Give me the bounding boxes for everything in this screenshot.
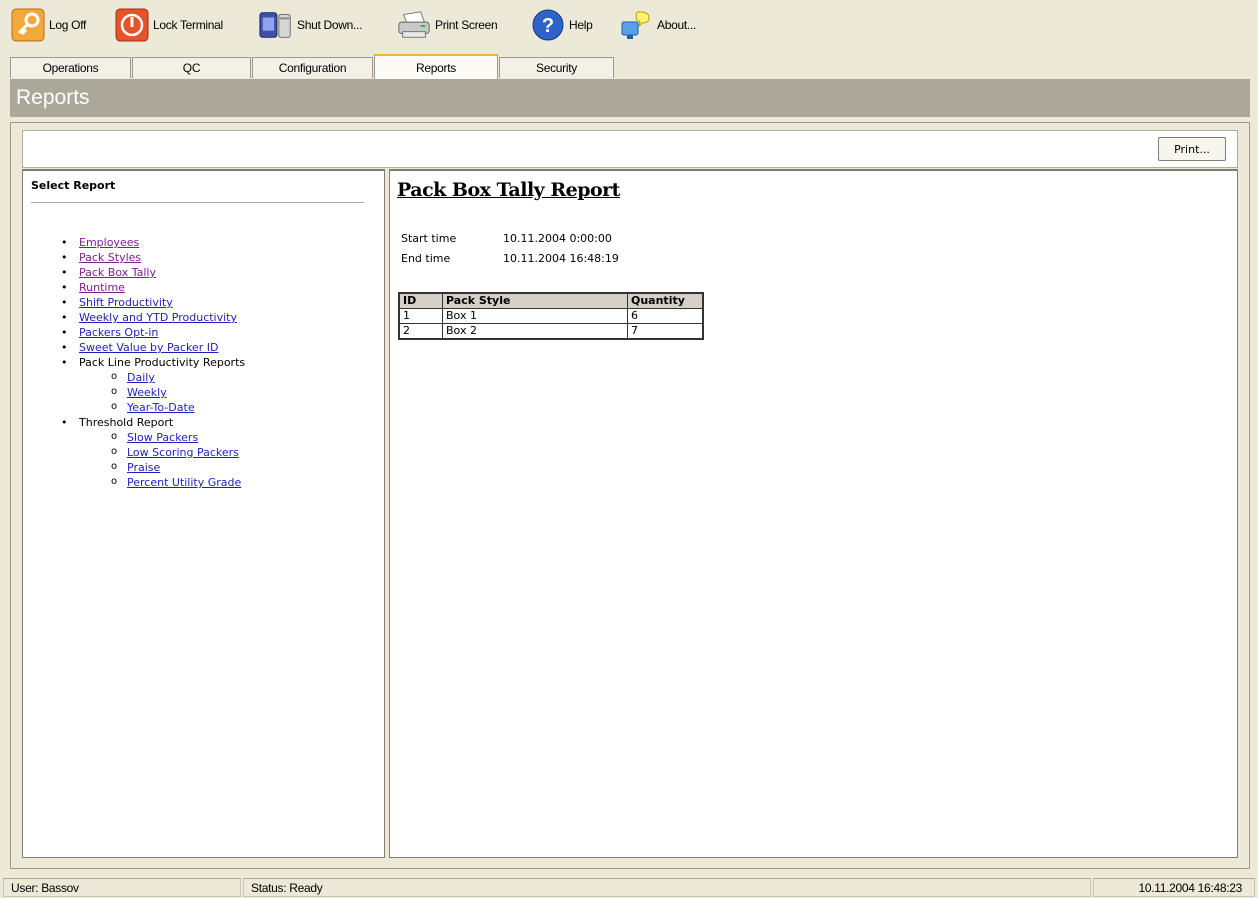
group-label-threshold-report: Threshold Report [79,416,174,429]
print-screen-label: Print Screen [435,18,498,32]
report-link-shift-productivity[interactable]: Shift Productivity [79,296,173,309]
report-link-year-to-date[interactable]: Year-To-Date [127,401,195,414]
end-time-label: End time [401,252,451,265]
tab-configuration[interactable]: Configuration [252,57,373,78]
list-item: Shift Productivity [61,295,245,310]
toolbar: Log Off Lock Terminal Shut Down... Print… [0,0,1258,52]
table-header-row: ID Pack Style Quantity [398,292,704,309]
report-selector-pane[interactable]: Select Report Employees Pack Styles Pack… [22,169,385,858]
report-link-daily[interactable]: Daily [127,371,155,384]
divider [31,202,364,203]
report-link-sweet-value[interactable]: Sweet Value by Packer ID [79,341,218,354]
cell-id: 1 [398,308,443,324]
group-label-pack-line-productivity: Pack Line Productivity Reports [79,356,246,369]
status-user: User: Bassov [3,878,241,897]
column-header-id: ID [398,292,443,309]
shut-down-button[interactable]: Shut Down... [258,6,362,44]
page-title: Reports [10,79,1250,117]
list-item: Slow Packers [61,429,245,445]
end-time-value: 10.11.2004 16:48:19 [503,252,619,265]
list-item: Praise [61,459,245,475]
select-report-heading: Select Report [31,179,116,192]
report-link-weekly-ytd-productivity[interactable]: Weekly and YTD Productivity [79,311,237,324]
log-off-label: Log Off [49,18,87,32]
report-table: ID Pack Style Quantity 1 Box 1 6 2 Box 2… [398,292,704,340]
report-link-runtime[interactable]: Runtime [79,281,125,294]
tab-qc[interactable]: QC [132,57,251,78]
tab-strip: Operations QC Configuration Reports Secu… [10,54,1250,79]
cell-pack-style: Box 2 [442,323,628,340]
start-time-value: 10.11.2004 0:00:00 [503,232,612,245]
list-item: Pack Styles [61,250,245,265]
cell-quantity: 7 [627,323,704,340]
list-item: Percent Utility Grade [61,474,245,490]
tab-reports[interactable]: Reports [374,54,498,79]
table-row: 2 Box 2 7 [398,323,704,340]
log-off-button[interactable]: Log Off [10,6,86,44]
list-item: Runtime [61,280,245,295]
power-icon [114,7,150,43]
list-item: Sweet Value by Packer ID [61,340,245,355]
printer-icon [396,7,432,43]
report-link-pack-box-tally[interactable]: Pack Box Tally [79,266,156,279]
column-header-pack-style: Pack Style [442,292,628,309]
column-header-quantity: Quantity [627,292,704,309]
report-view-pane[interactable]: Pack Box Tally Report Start time 10.11.2… [389,169,1238,858]
print-screen-button[interactable]: Print Screen [396,6,498,44]
svg-text:?: ? [542,15,554,37]
key-icon [10,7,46,43]
list-item: Weekly [61,384,245,400]
shut-down-label: Shut Down... [297,18,363,32]
status-bar: User: Bassov Status: Ready 10.11.2004 16… [0,876,1258,898]
help-button[interactable]: ? Help [530,6,593,44]
status-datetime: 10.11.2004 16:48:23 [1093,878,1255,897]
report-title: Pack Box Tally Report [397,179,620,201]
report-list: Employees Pack Styles Pack Box Tally Run… [61,235,245,490]
list-item: Low Scoring Packers [61,444,245,460]
report-link-pack-styles[interactable]: Pack Styles [79,251,141,264]
tab-security[interactable]: Security [499,57,614,78]
help-icon: ? [530,7,566,43]
status-text: Status: Ready [243,878,1091,897]
lock-terminal-button[interactable]: Lock Terminal [114,6,223,44]
list-item: Threshold Report [61,415,245,430]
list-item: Pack Line Productivity Reports [61,355,245,370]
list-item: Pack Box Tally [61,265,245,280]
start-time-label: Start time [401,232,457,245]
print-button[interactable]: Print... [1158,137,1226,161]
list-item: Weekly and YTD Productivity [61,310,245,325]
shutdown-icon [258,7,294,43]
report-link-praise[interactable]: Praise [127,461,160,474]
list-item: Employees [61,235,245,250]
list-item: Daily [61,369,245,385]
list-item: Packers Opt-in [61,325,245,340]
about-icon [618,7,654,43]
report-toolbar [22,130,1238,168]
lock-terminal-label: Lock Terminal [153,18,223,32]
cell-quantity: 6 [627,308,704,324]
report-link-weekly[interactable]: Weekly [127,386,167,399]
report-link-percent-utility-grade[interactable]: Percent Utility Grade [127,476,241,489]
about-label: About... [657,18,696,32]
table-row: 1 Box 1 6 [398,308,704,324]
about-button[interactable]: About... [618,6,696,44]
report-link-slow-packers[interactable]: Slow Packers [127,431,198,444]
cell-id: 2 [398,323,443,340]
tab-operations[interactable]: Operations [10,57,131,78]
report-link-packers-opt-in[interactable]: Packers Opt-in [79,326,158,339]
cell-pack-style: Box 1 [442,308,628,324]
report-link-employees[interactable]: Employees [79,236,139,249]
report-link-low-scoring-packers[interactable]: Low Scoring Packers [127,446,239,459]
list-item: Year-To-Date [61,399,245,415]
help-label: Help [569,18,593,32]
